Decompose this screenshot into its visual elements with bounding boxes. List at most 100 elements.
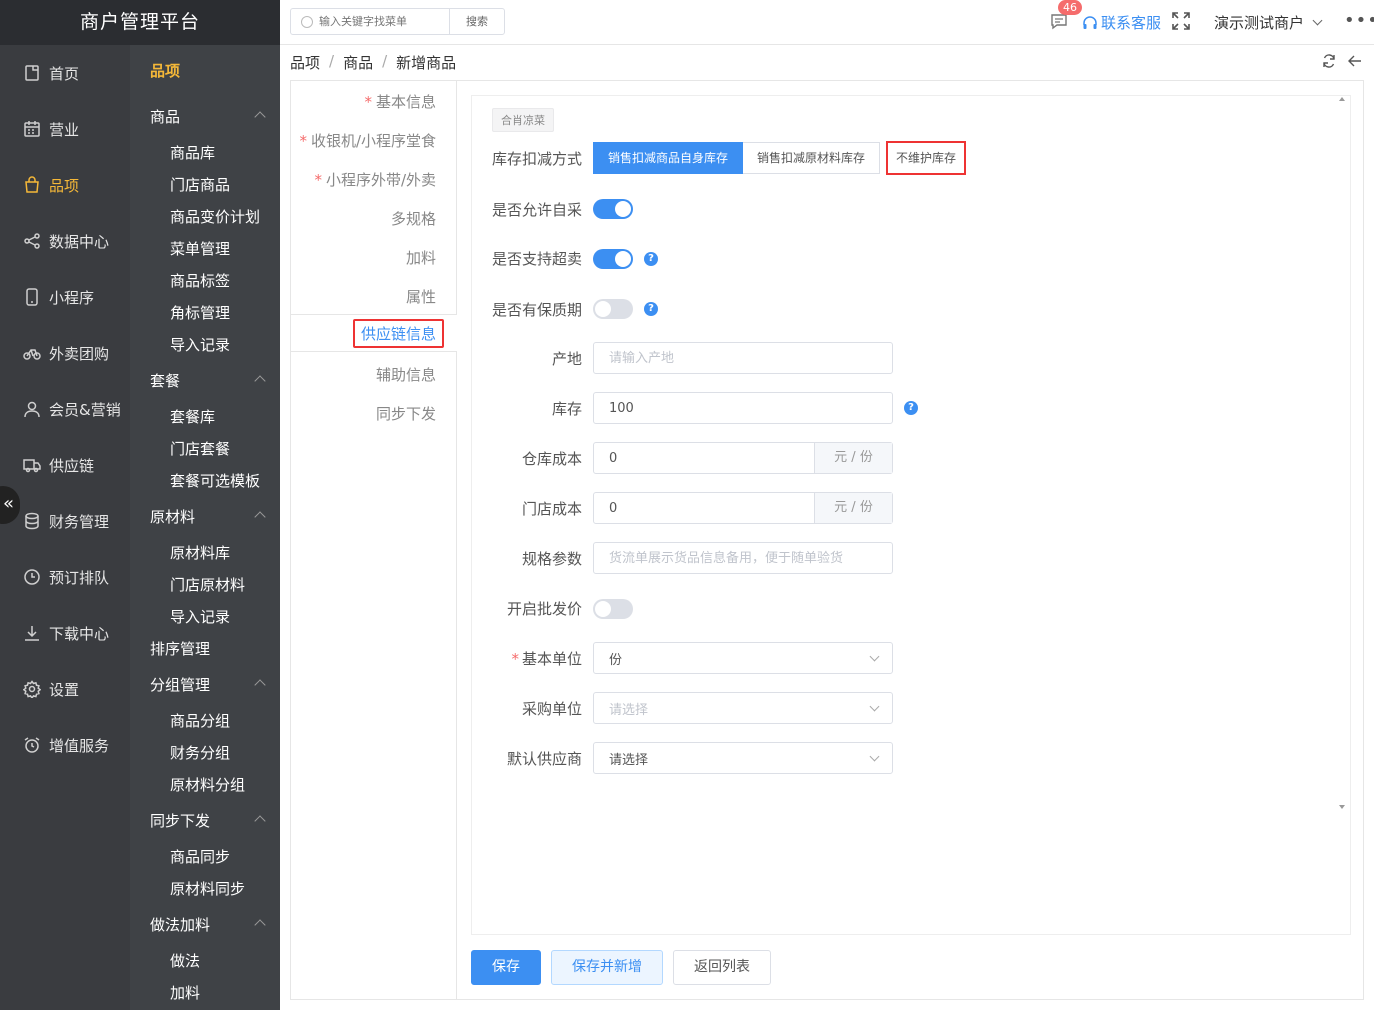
breadcrumb-item[interactable]: 商品 bbox=[343, 52, 373, 73]
sidebar-item-business[interactable]: 营业 bbox=[0, 101, 130, 157]
submenu-item[interactable]: 角标管理 bbox=[170, 302, 230, 323]
sidebar-item-reservation[interactable]: 预订排队 bbox=[0, 549, 130, 605]
scroll-down-icon[interactable] bbox=[1339, 805, 1345, 809]
breadcrumb-item[interactable]: 品项 bbox=[290, 52, 320, 73]
form-scrollbar[interactable] bbox=[1337, 95, 1347, 809]
chevron-down-icon bbox=[869, 701, 880, 712]
sidebar-item-data-center[interactable]: 数据中心 bbox=[0, 213, 130, 269]
stock-mode-option-self[interactable]: 销售扣减商品自身库存 bbox=[593, 142, 744, 174]
fullscreen-icon[interactable] bbox=[1172, 12, 1190, 30]
tab-attributes[interactable]: 属性 bbox=[406, 286, 436, 307]
sidebar-item-value-added[interactable]: 增值服务 bbox=[0, 717, 130, 773]
submenu-group-methods[interactable]: 做法加料 bbox=[150, 914, 210, 935]
store-cost-input[interactable] bbox=[594, 493, 814, 523]
submenu-item[interactable]: 门店原材料 bbox=[170, 574, 245, 595]
chevron-up-icon[interactable] bbox=[254, 815, 266, 827]
sidebar-item-label: 品项 bbox=[49, 176, 80, 195]
submenu-item[interactable]: 菜单管理 bbox=[170, 238, 230, 259]
sidebar-item-delivery[interactable]: 外卖团购 bbox=[0, 325, 130, 381]
sidebar-item-mini-program[interactable]: 小程序 bbox=[0, 269, 130, 325]
top-header: 搜索 46 联系客服 演示测试商户 ••• bbox=[280, 0, 1374, 45]
purchase-unit-placeholder: 请选择 bbox=[609, 702, 649, 718]
back-to-list-button[interactable]: 返回列表 bbox=[673, 950, 771, 985]
stock-input[interactable] bbox=[594, 393, 892, 423]
save-and-new-button[interactable]: 保存并新增 bbox=[551, 950, 663, 985]
save-button[interactable]: 保存 bbox=[471, 950, 541, 985]
submenu-group-materials[interactable]: 原材料 bbox=[150, 506, 195, 527]
submenu-item[interactable]: 加料 bbox=[170, 982, 200, 1003]
bike-icon bbox=[22, 343, 42, 363]
submenu-title: 品项 bbox=[150, 62, 181, 80]
shelf-life-toggle[interactable] bbox=[593, 299, 633, 319]
tab-takeout[interactable]: * 小程序外带/外卖 bbox=[314, 169, 436, 190]
submenu-item[interactable]: 门店套餐 bbox=[170, 438, 230, 459]
self-purchase-label: 是否允许自采 bbox=[491, 201, 582, 219]
submenu-item[interactable]: 套餐可选模板 bbox=[170, 470, 260, 491]
help-icon[interactable]: ? bbox=[644, 302, 658, 316]
tab-sync[interactable]: 同步下发 bbox=[376, 403, 436, 424]
tab-basic-info[interactable]: * 基本信息 bbox=[364, 91, 436, 112]
submenu-item[interactable]: 商品变价计划 bbox=[170, 206, 260, 227]
sidebar-item-products[interactable]: 品项 bbox=[0, 157, 130, 213]
sidebar-item-settings[interactable]: 设置 bbox=[0, 661, 130, 717]
help-icon[interactable]: ? bbox=[904, 401, 918, 415]
tab-auxiliary[interactable]: 辅助信息 bbox=[376, 364, 436, 385]
submenu-group-sort[interactable]: 排序管理 bbox=[150, 638, 210, 659]
submenu-item[interactable]: 导入记录 bbox=[170, 606, 230, 627]
merchant-switcher[interactable]: 演示测试商户 bbox=[1214, 12, 1323, 33]
chevron-up-icon[interactable] bbox=[254, 111, 266, 123]
submenu-item[interactable]: 做法 bbox=[170, 950, 200, 971]
chevron-up-icon[interactable] bbox=[254, 375, 266, 387]
submenu-item[interactable]: 商品库 bbox=[170, 142, 215, 163]
stock-mode-option-materials[interactable]: 销售扣减原材料库存 bbox=[743, 142, 881, 174]
tab-addons[interactable]: 加料 bbox=[406, 247, 436, 268]
submenu-item[interactable]: 导入记录 bbox=[170, 334, 230, 355]
tab-multi-spec[interactable]: 多规格 bbox=[391, 208, 436, 229]
sidebar-item-label: 营业 bbox=[49, 120, 80, 139]
submenu-item[interactable]: 商品标签 bbox=[170, 270, 230, 291]
submenu-item[interactable]: 原材料库 bbox=[170, 542, 230, 563]
scroll-up-icon[interactable] bbox=[1339, 97, 1345, 101]
contact-support-label: 联系客服 bbox=[1101, 14, 1162, 32]
tab-supply-chain[interactable]: 供应链信息 bbox=[352, 319, 444, 348]
sidebar-item-home[interactable]: 首页 bbox=[0, 45, 130, 101]
purchase-unit-select[interactable]: 请选择 bbox=[593, 692, 893, 724]
chevron-up-icon[interactable] bbox=[254, 511, 266, 523]
oversell-toggle[interactable] bbox=[593, 249, 633, 269]
submenu-group-combo[interactable]: 套餐 bbox=[150, 370, 180, 391]
warehouse-cost-input[interactable] bbox=[594, 443, 814, 473]
help-icon[interactable]: ? bbox=[644, 252, 658, 266]
submenu-item[interactable]: 商品同步 bbox=[170, 846, 230, 867]
self-purchase-toggle[interactable] bbox=[593, 199, 633, 219]
chevron-up-icon[interactable] bbox=[254, 679, 266, 691]
submenu-group-sync[interactable]: 同步下发 bbox=[150, 810, 210, 831]
chevron-up-icon[interactable] bbox=[254, 919, 266, 931]
search-button[interactable]: 搜索 bbox=[449, 9, 504, 34]
submenu-item[interactable]: 商品分组 bbox=[170, 710, 230, 731]
wholesale-price-toggle[interactable] bbox=[593, 599, 633, 619]
spec-params-input[interactable] bbox=[594, 543, 892, 573]
menu-search-input[interactable] bbox=[319, 15, 439, 28]
submenu-item[interactable]: 原材料同步 bbox=[170, 878, 245, 899]
submenu-item[interactable]: 套餐库 bbox=[170, 406, 215, 427]
submenu-item[interactable]: 门店商品 bbox=[170, 174, 230, 195]
default-supplier-select[interactable]: 请选择 bbox=[593, 742, 893, 774]
sidebar-item-members[interactable]: 会员&营销 bbox=[0, 381, 130, 437]
submenu-group-goods[interactable]: 商品 bbox=[150, 106, 180, 127]
sidebar-item-label: 数据中心 bbox=[49, 232, 110, 251]
back-arrow-icon[interactable] bbox=[1348, 54, 1362, 68]
refresh-icon[interactable] bbox=[1322, 54, 1336, 68]
submenu-item[interactable]: 原材料分组 bbox=[170, 774, 245, 795]
tab-pos-dinein[interactable]: * 收银机/小程序堂食 bbox=[299, 130, 436, 151]
submenu-group-grouping[interactable]: 分组管理 bbox=[150, 674, 210, 695]
contact-support-link[interactable]: 联系客服 bbox=[1082, 12, 1161, 33]
app-title: 商户管理平台 bbox=[0, 0, 280, 45]
submenu-item[interactable]: 财务分组 bbox=[170, 742, 230, 763]
stock-mode-option-none[interactable]: 不维护库存 bbox=[886, 141, 967, 175]
sidebar-item-download[interactable]: 下载中心 bbox=[0, 605, 130, 661]
base-unit-select[interactable]: 份 bbox=[593, 642, 893, 674]
more-icon[interactable]: ••• bbox=[1344, 10, 1374, 31]
origin-input[interactable] bbox=[594, 343, 892, 373]
sidebar-item-supply-chain[interactable]: 供应链 bbox=[0, 437, 130, 493]
default-supplier-value: 请选择 bbox=[609, 752, 649, 768]
